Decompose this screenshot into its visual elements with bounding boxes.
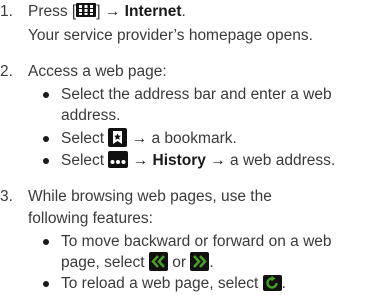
arrow-icon: → <box>210 152 226 169</box>
more-dots-icon <box>108 151 129 168</box>
bullet-text: To move backward or forward on a web <box>61 233 332 250</box>
step-number: 2. <box>0 63 13 80</box>
bullet-text: a web address. <box>225 152 336 169</box>
step-text-end: . <box>181 3 186 20</box>
bullet-item-continued: address. <box>61 105 120 127</box>
bullet-text: Select <box>61 130 109 147</box>
step-number: 1. <box>0 3 13 20</box>
bullet-item-continued: page, select or . <box>61 252 214 274</box>
reload-icon <box>262 275 282 291</box>
bullet-icon <box>42 231 52 253</box>
forward-chevrons-icon <box>190 252 210 271</box>
step-1-line-2: Your service provider’s homepage opens. <box>28 25 313 47</box>
grid-menu-icon <box>76 3 97 17</box>
bullet-icon <box>42 128 52 150</box>
bullet-text: Select the address bar and enter a web <box>61 86 332 103</box>
arrow-icon: → <box>104 3 121 20</box>
back-chevrons-icon <box>148 252 168 271</box>
step-number: 3. <box>0 188 13 205</box>
bullet-text: or <box>167 254 191 271</box>
bullet-item: Select → History → a web address. <box>0 150 369 172</box>
step-3-intro-continued: following features: <box>28 208 153 230</box>
menu-item-history: History <box>152 152 206 169</box>
step-text: Press [ <box>28 3 77 20</box>
bullet-item: To move backward or forward on a web <box>0 231 369 253</box>
bullet-text: . <box>209 254 214 271</box>
bullet-icon <box>42 84 52 106</box>
bullet-text: a bookmark. <box>147 130 237 147</box>
bullet-text: page, select <box>61 254 149 271</box>
bullet-item: Select the address bar and enter a web <box>0 84 369 106</box>
bullet-icon <box>42 273 52 295</box>
bullet-item: Select → a bookmark. <box>0 128 369 150</box>
bullet-item: To reload a web page, select . <box>0 273 369 295</box>
arrow-icon: → <box>132 152 149 169</box>
bullet-icon <box>42 150 52 172</box>
step-text-bracket: ] <box>96 3 105 20</box>
step-text: following features: <box>28 210 153 227</box>
bookmark-star-icon <box>108 128 128 147</box>
bullet-text: address. <box>61 107 121 124</box>
bullet-text: To reload a web page, select <box>61 275 263 292</box>
step-text: While browsing web pages, use the <box>28 188 272 205</box>
step-text: Access a web page: <box>28 63 167 80</box>
step-result-text: Your service provider’s homepage opens. <box>28 27 313 44</box>
arrow-icon: → <box>131 130 148 147</box>
menu-item-internet: Internet <box>124 3 182 20</box>
bullet-text: . <box>281 275 286 292</box>
bullet-text: Select <box>61 152 109 169</box>
